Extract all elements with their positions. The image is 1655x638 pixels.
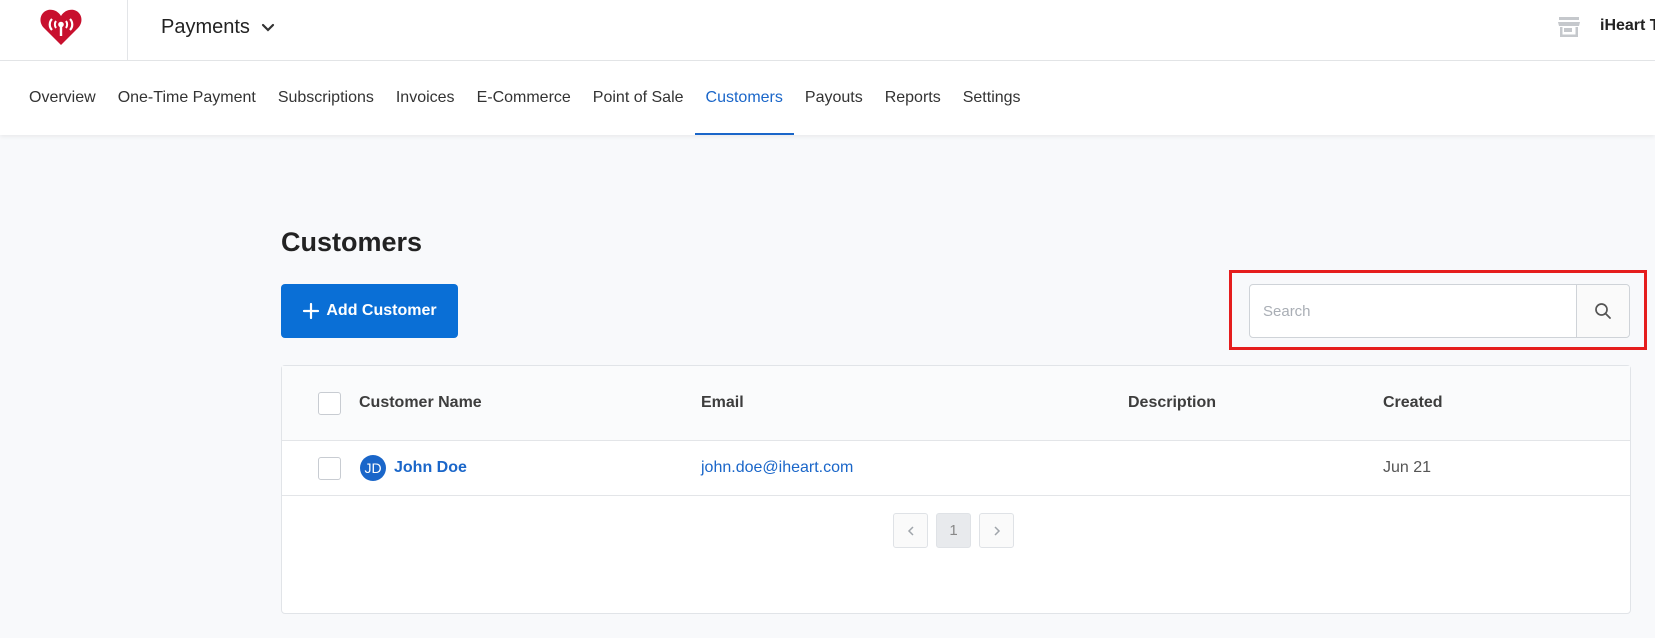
tab-reports[interactable]: Reports bbox=[874, 61, 952, 135]
iheart-logo-icon[interactable] bbox=[38, 8, 84, 46]
app-switcher[interactable]: Payments bbox=[161, 13, 276, 41]
search-button[interactable] bbox=[1576, 285, 1629, 337]
search-icon bbox=[1595, 303, 1611, 319]
tab-customers[interactable]: Customers bbox=[694, 61, 795, 135]
avatar: JD bbox=[360, 455, 386, 481]
app-title: Payments bbox=[161, 15, 250, 38]
prev-page-button[interactable] bbox=[893, 513, 928, 548]
header-divider bbox=[127, 0, 128, 61]
chevron-down-icon bbox=[261, 23, 275, 32]
customer-created-date: Jun 21 bbox=[1383, 459, 1432, 476]
tab-overview[interactable]: Overview bbox=[18, 61, 107, 135]
customer-email-link[interactable]: john.doe@iheart.com bbox=[701, 459, 853, 477]
chevron-left-icon bbox=[907, 525, 914, 536]
add-customer-button[interactable]: Add Customer bbox=[281, 284, 458, 338]
tab-settings[interactable]: Settings bbox=[952, 61, 1032, 135]
page-title: Customers bbox=[281, 227, 423, 257]
table-row[interactable]: JD John Doe john.doe@iheart.com Jun 21 bbox=[282, 441, 1630, 496]
tab-one-time-payment[interactable]: One-Time Payment bbox=[107, 61, 267, 135]
add-customer-label: Add Customer bbox=[326, 302, 437, 319]
column-header-customer-name[interactable]: Customer Name bbox=[359, 394, 482, 412]
select-all-checkbox[interactable] bbox=[318, 392, 341, 415]
tab-e-commerce[interactable]: E-Commerce bbox=[466, 61, 582, 135]
table-header: Customer Name Email Description Created bbox=[282, 366, 1630, 441]
search-box bbox=[1249, 284, 1630, 338]
main-nav: Overview One-Time Payment Subscriptions Inv… bbox=[0, 61, 1655, 135]
column-header-email[interactable]: Email bbox=[701, 394, 744, 412]
pagination: 1 bbox=[893, 513, 1014, 548]
customer-name-link[interactable]: John Doe bbox=[394, 459, 467, 477]
top-header: Payments iHeart T bbox=[0, 0, 1655, 61]
tab-point-of-sale[interactable]: Point of Sale bbox=[582, 61, 695, 135]
customers-table: Customer Name Email Description Created … bbox=[281, 365, 1631, 614]
account-name[interactable]: iHeart T bbox=[1600, 17, 1655, 35]
row-checkbox[interactable] bbox=[318, 457, 341, 480]
next-page-button[interactable] bbox=[979, 513, 1014, 548]
plus-icon bbox=[303, 302, 320, 320]
column-header-created[interactable]: Created bbox=[1383, 394, 1443, 412]
tab-subscriptions[interactable]: Subscriptions bbox=[267, 61, 385, 135]
search-input[interactable] bbox=[1250, 285, 1576, 337]
chevron-right-icon bbox=[993, 525, 1000, 536]
page-number-button[interactable]: 1 bbox=[936, 513, 971, 548]
store-icon[interactable] bbox=[1556, 14, 1582, 40]
column-header-description[interactable]: Description bbox=[1128, 394, 1216, 412]
nav-tabs: Overview One-Time Payment Subscriptions Inv… bbox=[18, 61, 1032, 135]
tab-payouts[interactable]: Payouts bbox=[794, 61, 874, 135]
tab-invoices[interactable]: Invoices bbox=[385, 61, 466, 135]
